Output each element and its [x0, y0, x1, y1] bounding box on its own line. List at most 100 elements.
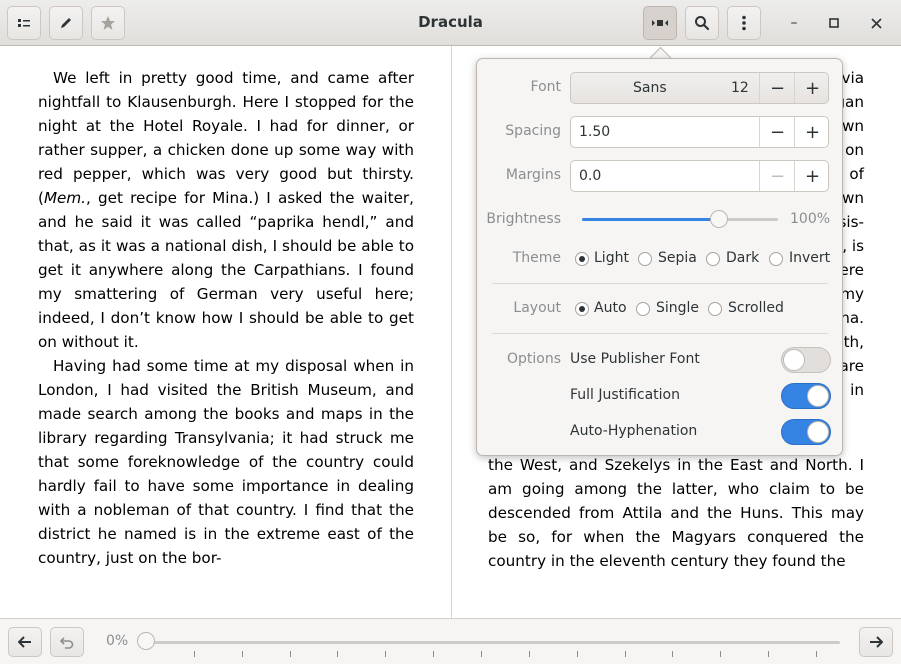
brightness-value: 100%	[790, 211, 831, 227]
right-page-edge-fragment: , is	[842, 237, 864, 255]
search-icon	[695, 16, 710, 31]
header-bar: Dracula –	[0, 0, 901, 46]
margins-spinbutton[interactable]: 0.0 − +	[570, 160, 829, 192]
progress-tick	[481, 651, 483, 657]
spacing-value: 1.50	[579, 124, 611, 140]
margins-decrease-button[interactable]: −	[759, 161, 795, 191]
spacing-spinbutton[interactable]: 1.50 − +	[570, 116, 829, 148]
progress-tick	[816, 651, 818, 657]
maximize-icon	[829, 18, 839, 28]
forward-arrow-icon	[870, 636, 883, 648]
right-page-edge-fragment: th,	[843, 333, 864, 351]
right-page-edge-fragment: via	[841, 69, 864, 87]
paragraph: We left in pretty good time, and came af…	[38, 69, 414, 351]
theme-light-label[interactable]: Light	[594, 250, 629, 266]
theme-invert-label[interactable]: Invert	[789, 250, 830, 266]
layout-auto-label[interactable]: Auto	[594, 300, 627, 316]
switch-knob	[807, 421, 829, 443]
right-page-edge-fragment: of	[849, 165, 864, 183]
menu-button[interactable]	[727, 6, 761, 40]
progress-tick	[289, 651, 291, 657]
layout-single-label[interactable]: Single	[656, 300, 699, 316]
maximize-button[interactable]	[821, 10, 847, 36]
close-button[interactable]	[863, 10, 889, 36]
spacing-label: Spacing	[505, 123, 561, 139]
right-page-text: the West, and Szekelys in the East and N…	[488, 453, 864, 573]
window-title: Dracula	[418, 13, 483, 31]
view-options-button[interactable]	[643, 6, 677, 40]
back-arrow-icon	[18, 636, 31, 648]
publisher-font-switch[interactable]	[781, 347, 831, 373]
font-size-decrease-button[interactable]: −	[759, 73, 795, 103]
progress-tick	[720, 651, 722, 657]
theme-sepia-radio[interactable]	[638, 252, 652, 266]
font-chooser[interactable]: Sans 12 − +	[570, 72, 829, 104]
switch-knob	[807, 385, 829, 407]
right-page-edge-fragment: wn	[841, 117, 864, 135]
layout-scrolled-label[interactable]: Scrolled	[728, 300, 784, 316]
right-page-edge-fragment: ere	[839, 261, 864, 279]
right-page-edge-fragment: in	[850, 381, 864, 399]
publisher-font-label: Use Publisher Font	[570, 351, 700, 367]
undo-button[interactable]	[50, 627, 84, 657]
theme-sepia-label[interactable]: Sepia	[658, 250, 697, 266]
progress-tick	[624, 651, 626, 657]
progress-tick	[768, 651, 770, 657]
right-page-edge-fragment: are	[839, 357, 864, 375]
theme-invert-radio[interactable]	[769, 252, 783, 266]
minimize-button[interactable]: –	[781, 10, 807, 36]
pencil-icon	[61, 18, 71, 28]
paragraph: Having had some time at my disposal when…	[38, 357, 414, 567]
theme-dark-radio[interactable]	[706, 252, 720, 266]
forward-button[interactable]	[859, 627, 893, 657]
progress-slider[interactable]	[146, 641, 840, 657]
contents-button[interactable]	[7, 6, 41, 40]
bottom-bar: 0%	[0, 618, 901, 664]
menu-icon	[742, 15, 746, 31]
options-label: Options	[506, 351, 561, 367]
margins-value: 0.0	[579, 168, 602, 184]
bookmark-button[interactable]	[91, 6, 125, 40]
spacing-decrease-button[interactable]: −	[759, 117, 795, 147]
layout-auto-radio[interactable]	[575, 302, 589, 316]
layout-single-radio[interactable]	[636, 302, 650, 316]
back-button[interactable]	[8, 627, 42, 657]
separator	[492, 333, 828, 334]
layout-label: Layout	[513, 300, 561, 316]
progress-slider-knob[interactable]	[137, 632, 155, 650]
switch-knob	[783, 349, 805, 371]
full-justification-switch[interactable]	[781, 383, 831, 409]
progress-tick	[672, 651, 674, 657]
right-page-edge-fragment: wn	[841, 189, 864, 207]
progress-tick	[241, 651, 243, 657]
right-page-edge-fragment: na.	[840, 309, 864, 327]
theme-dark-label[interactable]: Dark	[726, 250, 759, 266]
spacing-increase-button[interactable]: +	[794, 117, 830, 147]
right-page-edge-fragment: my	[840, 285, 864, 303]
theme-label: Theme	[512, 250, 561, 266]
progress-tick	[433, 651, 435, 657]
theme-light-radio[interactable]	[575, 252, 589, 266]
brightness-fill	[582, 218, 720, 221]
search-button[interactable]	[685, 6, 719, 40]
right-page-edge-fragment: on	[845, 141, 864, 159]
undo-icon	[60, 637, 74, 649]
brightness-slider[interactable]	[582, 210, 778, 228]
progress-tick	[385, 651, 387, 657]
font-size-increase-button[interactable]: +	[794, 73, 830, 103]
layout-scrolled-radio[interactable]	[708, 302, 722, 316]
auto-hyphenation-label: Auto-Hyphenation	[570, 423, 698, 439]
annotate-button[interactable]	[49, 6, 83, 40]
paragraph: the West, and Szekelys in the East and N…	[488, 456, 864, 570]
contents-icon	[18, 19, 30, 27]
left-page-text: We left in pretty good time, and came af…	[38, 66, 414, 570]
margins-label: Margins	[505, 167, 561, 183]
progress-tick	[193, 651, 195, 657]
separator	[492, 283, 828, 284]
progress-tick	[528, 651, 530, 657]
font-family: Sans	[633, 80, 667, 96]
view-options-icon	[652, 20, 668, 26]
auto-hyphenation-switch[interactable]	[781, 419, 831, 445]
margins-increase-button[interactable]: +	[794, 161, 830, 191]
progress-tick	[337, 651, 339, 657]
